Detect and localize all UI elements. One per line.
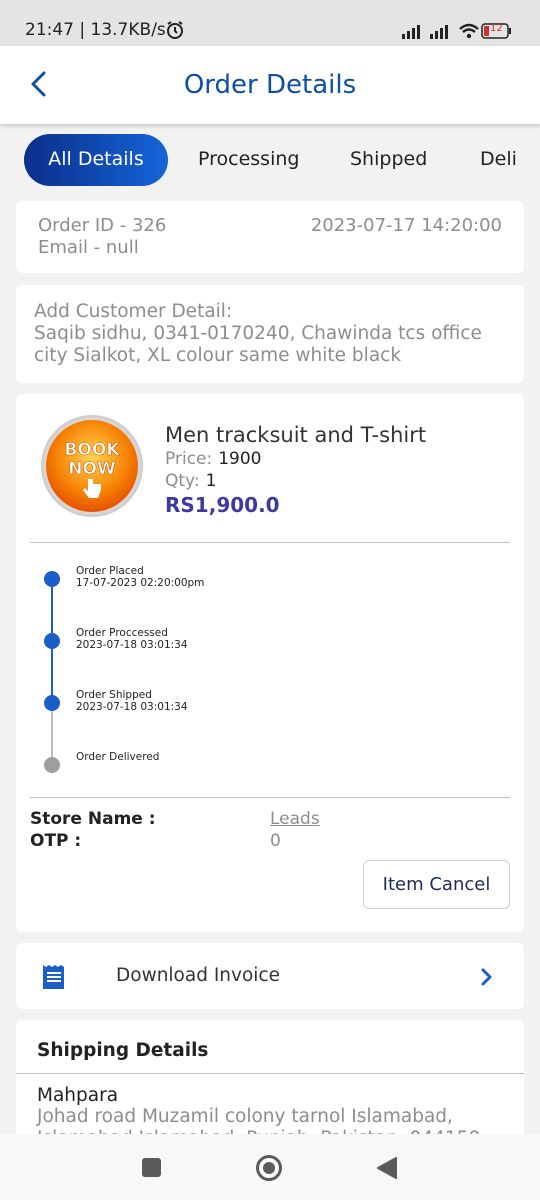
price-value: 1900 (218, 449, 262, 469)
product-card: BOOK NOW Men tracksuit and T-shirt Price… (16, 394, 524, 932)
status-bar: 21:47 | 13.7KB/s 12 (0, 0, 540, 46)
shipping-name: Mahpara (37, 1085, 119, 1106)
timeline-title: Order Placed (76, 565, 144, 577)
invoice-icon (42, 964, 66, 990)
order-id: Order ID - 326 (38, 215, 167, 236)
customer-detail: Saqib sidhu, 0341-0170240, Chawinda tcs … (34, 323, 482, 366)
timeline-title: Order Delivered (76, 751, 160, 763)
nav-back-button[interactable] (376, 1156, 398, 1180)
recents-button[interactable] (142, 1158, 161, 1177)
product-total: RS1,900.0 (165, 493, 280, 517)
shipping-title: Shipping Details (37, 1040, 209, 1061)
tab-shipped[interactable]: Shipped (350, 134, 427, 186)
customer-card: Add Customer Detail: Saqib sidhu, 0341-0… (16, 285, 524, 383)
battery-level: 12 (490, 23, 503, 34)
tab-processing[interactable]: Processing (198, 134, 299, 186)
download-invoice-row[interactable]: Download Invoice (16, 943, 524, 1009)
page-title: Order Details (183, 70, 357, 100)
otp-value: 0 (270, 831, 281, 851)
timeline-dot (44, 633, 60, 649)
timeline-dot (44, 571, 60, 587)
timeline-date: 17-07-2023 02:20:00pm (76, 577, 205, 589)
timeline-dot (44, 695, 60, 711)
order-email: Email - null (38, 237, 139, 258)
download-invoice-label: Download Invoice (116, 965, 280, 986)
divider (16, 1073, 524, 1074)
status-tabs: All Details Processing Shipped Deli (0, 134, 540, 186)
app-header: Order Details (0, 46, 540, 124)
price-label: Price: (165, 449, 213, 469)
product-qty: Qty: 1 (165, 471, 216, 491)
order-info-card: Order ID - 326 Email - null 2023-07-17 1… (16, 201, 524, 273)
product-name: Men tracksuit and T-shirt (165, 423, 427, 447)
system-nav-bar (0, 1134, 540, 1200)
product-price: Price: 1900 (165, 449, 261, 469)
order-date: 2023-07-17 14:20:00 (310, 215, 502, 236)
timeline-connector (51, 704, 53, 764)
qty-label: Qty: (165, 471, 200, 491)
alarm-icon (165, 20, 185, 44)
store-name-link[interactable]: Leads (270, 809, 320, 829)
book-now-text-1: BOOK (64, 440, 120, 460)
timeline-title: Order Shipped (76, 689, 152, 701)
timeline-date: 2023-07-18 03:01:34 (76, 701, 188, 713)
timeline-date: 2023-07-18 03:01:34 (76, 639, 188, 651)
qty-value: 1 (205, 471, 217, 491)
status-time: 21:47 | 13.7KB/s (25, 20, 166, 40)
timeline-dot (44, 757, 60, 773)
triangle-back-icon (377, 1157, 397, 1179)
chevron-right-icon (480, 967, 494, 987)
tab-delivered[interactable]: Deli (480, 134, 517, 186)
product-image: BOOK NOW (40, 414, 144, 518)
shipping-card: Shipping Details Mahpara Johad road Muza… (16, 1020, 524, 1150)
home-button[interactable] (256, 1155, 282, 1181)
divider (30, 797, 510, 798)
book-now-text-2: NOW (68, 459, 116, 479)
tab-all-details[interactable]: All Details (24, 134, 168, 186)
customer-label: Add Customer Detail: (34, 301, 233, 322)
store-name-label: Store Name : (30, 809, 156, 829)
otp-label: OTP : (30, 831, 82, 851)
divider (30, 542, 510, 543)
timeline-title: Order Proccessed (76, 627, 168, 639)
item-cancel-button[interactable]: Item Cancel (363, 860, 510, 909)
